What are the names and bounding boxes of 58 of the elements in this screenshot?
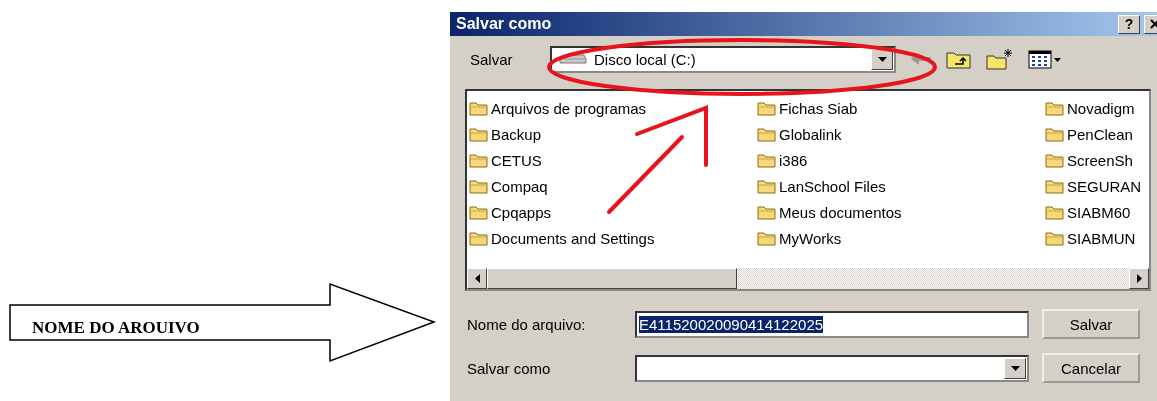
folder-item[interactable]: Fichas Siab [757, 95, 1045, 121]
view-menu-icon[interactable] [1028, 49, 1062, 69]
folder-item[interactable]: Cpqapps [469, 199, 757, 225]
folder-item[interactable]: Novadigm [1045, 95, 1149, 121]
folder-item[interactable]: ScreenSh [1045, 147, 1149, 173]
save-as-type-dropdown[interactable] [635, 354, 1029, 382]
horizontal-scrollbar[interactable] [467, 268, 1149, 289]
folder-icon [469, 203, 489, 221]
help-button[interactable]: ? [1118, 14, 1140, 34]
folder-icon [757, 177, 777, 195]
save-in-value: Disco local (C:) [594, 50, 696, 68]
folder-icon [1045, 203, 1065, 221]
file-name-field[interactable]: E411520020090414122025 [635, 310, 1029, 338]
close-icon[interactable] [1150, 19, 1157, 29]
up-folder-icon[interactable] [946, 49, 972, 69]
folder-icon [757, 99, 777, 117]
new-folder-icon[interactable] [986, 48, 1014, 70]
folder-item[interactable]: SIABM60 [1045, 199, 1149, 225]
folder-icon [469, 151, 489, 169]
folder-item[interactable]: Compaq [469, 173, 757, 199]
folder-item[interactable]: Documents and Settings [469, 225, 757, 251]
folder-icon [469, 229, 489, 247]
folder-item[interactable]: SIABMUN [1045, 225, 1149, 251]
window-title: Salvar como [456, 15, 553, 33]
save-as-type-label: Salvar como [467, 359, 552, 377]
scroll-left-icon[interactable] [467, 268, 487, 289]
folder-item[interactable]: Backup [469, 121, 757, 147]
folder-icon [757, 151, 777, 169]
folder-icon [1045, 99, 1065, 117]
folder-icon [469, 177, 489, 195]
folder-icon [757, 203, 777, 221]
folder-item[interactable]: CETUS [469, 147, 757, 173]
back-arrow-icon[interactable] [910, 52, 932, 66]
scroll-right-icon[interactable] [1129, 268, 1149, 289]
folder-icon [757, 125, 777, 143]
drive-icon [558, 52, 588, 66]
folder-item[interactable]: Globalink [757, 121, 1045, 147]
folder-icon [1045, 125, 1065, 143]
folder-icon [469, 125, 489, 143]
save-in-dropdown[interactable]: Disco local (C:) [550, 45, 896, 73]
callout-label: NOME DO AROUIVO [32, 318, 200, 338]
folder-icon [469, 99, 489, 117]
folder-item[interactable]: LanSchool Files [757, 173, 1045, 199]
folder-icon [757, 229, 777, 247]
folder-icon [1045, 229, 1065, 247]
save-button[interactable]: Salvar [1042, 309, 1140, 339]
folder-item[interactable]: Meus documentos [757, 199, 1045, 225]
cancel-button[interactable]: Cancelar [1042, 353, 1140, 383]
folder-item[interactable]: SEGURAN [1045, 173, 1149, 199]
folder-item[interactable]: MyWorks [757, 225, 1045, 251]
file-name-label: Nome do arquivo: [467, 315, 587, 333]
folder-icon [1045, 151, 1065, 169]
folder-icon [1045, 177, 1065, 195]
folder-item[interactable]: Arquivos de programas [469, 95, 757, 121]
save-in-label: Salvar [470, 50, 514, 68]
folder-item[interactable]: i386 [757, 147, 1045, 173]
scrollbar-thumb[interactable] [487, 268, 737, 289]
folder-item[interactable]: PenClean [1045, 121, 1149, 147]
